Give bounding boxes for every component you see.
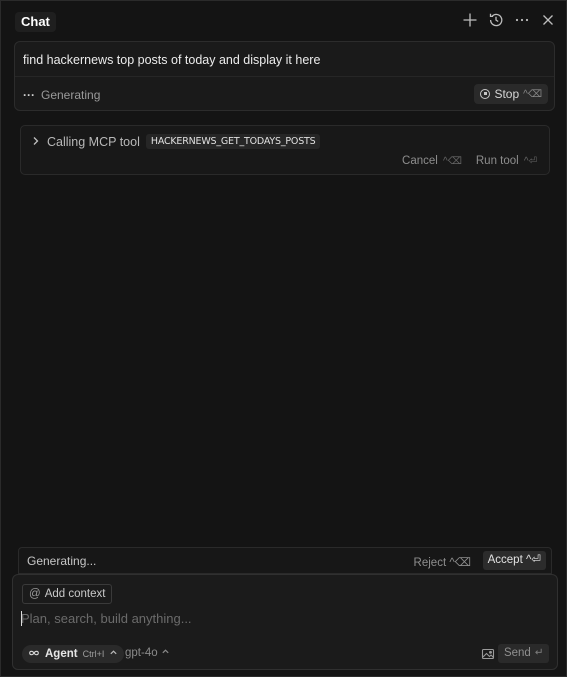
- run-tool-shortcut: ^⏎: [523, 156, 537, 167]
- accept-button[interactable]: Accept ^⏎: [482, 551, 546, 570]
- cancel-shortcut: ^⌫: [443, 156, 462, 167]
- cancel-label: Cancel: [402, 155, 438, 167]
- generating-status: ··· Generating: [23, 88, 100, 102]
- mcp-tool-call-card: Calling MCP tool HACKERNEWS_GET_TODAYS_P…: [20, 125, 550, 175]
- image-upload-icon[interactable]: [481, 647, 495, 661]
- chat-input[interactable]: Plan, search, build anything...: [21, 611, 192, 626]
- stop-shortcut: ^⌫: [523, 88, 542, 100]
- more-icon[interactable]: [514, 12, 530, 28]
- infinity-icon: [28, 648, 40, 660]
- loading-dots-icon: ···: [23, 88, 35, 102]
- stop-icon: [480, 89, 491, 99]
- history-icon[interactable]: [488, 12, 504, 28]
- generating-bar-text: Generating...: [27, 554, 97, 568]
- chat-tab[interactable]: Chat: [15, 12, 56, 32]
- send-button[interactable]: Send: [497, 644, 549, 663]
- divider: [15, 76, 554, 77]
- stop-button[interactable]: Stop ^⌫: [474, 84, 548, 104]
- composer: @ Add context Plan, search, build anythi…: [12, 574, 558, 670]
- reject-button[interactable]: Reject ^⌫: [414, 555, 471, 569]
- at-icon: @: [29, 588, 41, 600]
- agent-mode-selector[interactable]: Agent Ctrl+I: [22, 645, 125, 663]
- text-caret: [21, 611, 22, 626]
- send-label: Send: [503, 647, 531, 659]
- chevron-up-icon: [161, 647, 170, 659]
- chat-panel: Chat find hackernews top posts of today …: [0, 0, 567, 677]
- enter-icon: [534, 647, 543, 659]
- close-icon[interactable]: [540, 12, 556, 28]
- agent-label: Agent: [45, 648, 78, 660]
- tool-call-label: Calling MCP tool: [47, 134, 140, 149]
- tool-call-header[interactable]: Calling MCP tool HACKERNEWS_GET_TODAYS_P…: [31, 134, 321, 149]
- run-tool-button[interactable]: Run tool ^⏎: [476, 155, 537, 167]
- chevron-up-icon: [109, 648, 118, 660]
- tool-name-chip: HACKERNEWS_GET_TODAYS_POSTS: [145, 134, 321, 149]
- user-message-text: find hackernews top posts of today and d…: [23, 53, 321, 67]
- tool-call-actions: Cancel ^⌫ Run tool ^⏎: [402, 155, 537, 167]
- model-label: gpt-4o: [125, 647, 158, 659]
- generating-bar: Generating... Reject ^⌫ Accept ^⏎: [18, 547, 552, 574]
- model-selector[interactable]: gpt-4o: [125, 647, 170, 659]
- add-context-label: Add context: [44, 588, 106, 600]
- add-context-button[interactable]: @ Add context: [22, 584, 113, 604]
- cancel-tool-button[interactable]: Cancel ^⌫: [402, 155, 462, 167]
- chat-header: Chat: [1, 1, 566, 41]
- user-message[interactable]: find hackernews top posts of today and d…: [14, 41, 555, 111]
- run-tool-label: Run tool: [475, 155, 519, 167]
- agent-shortcut: Ctrl+I: [82, 649, 105, 659]
- header-actions: [462, 12, 556, 28]
- chevron-right-icon[interactable]: [31, 135, 41, 149]
- generating-label: Generating: [41, 88, 101, 102]
- plus-icon[interactable]: [462, 12, 478, 28]
- stop-label: Stop: [494, 87, 520, 101]
